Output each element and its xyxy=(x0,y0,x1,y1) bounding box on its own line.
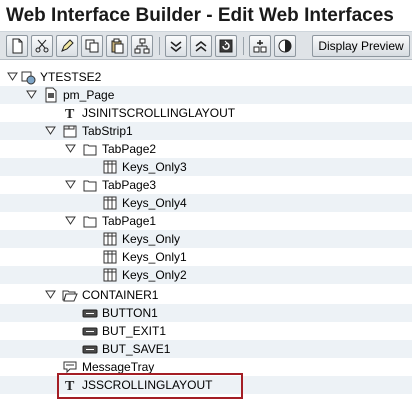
tree-node-label: YTESTSE2 xyxy=(40,70,102,84)
hierarchy-icon xyxy=(134,38,150,54)
table-icon xyxy=(102,195,118,211)
tree-node-label: TabPage3 xyxy=(102,178,157,192)
tabpage-icon xyxy=(82,141,98,157)
tree-node-keys-only2[interactable]: Keys_Only2 xyxy=(0,266,412,284)
tree-node-label: CONTAINER1 xyxy=(82,288,159,302)
tree-node-label: BUT_EXIT1 xyxy=(102,324,167,338)
toolbar-separator xyxy=(159,37,160,55)
tree-node-label: Keys_Only3 xyxy=(122,160,187,174)
hierarchy-button[interactable] xyxy=(131,35,153,57)
open-folder-icon xyxy=(62,287,78,303)
half-circle-icon xyxy=(278,39,292,53)
expand-icon xyxy=(195,41,207,52)
tree-node-button1[interactable]: BUTTON1 xyxy=(0,304,412,322)
tree-node-label: TabStrip1 xyxy=(82,124,133,138)
refresh-icon xyxy=(219,39,233,53)
tree-node-label: JSINITSCROLLINGLAYOUT xyxy=(82,106,236,120)
toolbar-separator xyxy=(243,37,244,55)
scissors-icon xyxy=(35,39,49,53)
toolbar: Display Preview xyxy=(0,32,412,60)
edit-button[interactable] xyxy=(56,35,78,57)
tree-node-tabpage3[interactable]: TabPage3 xyxy=(0,176,412,194)
pencil-icon xyxy=(61,39,74,52)
new-document-button[interactable] xyxy=(6,35,28,57)
button-element-icon xyxy=(82,305,98,321)
collapse-button[interactable] xyxy=(165,35,187,57)
collapse-arrow-icon[interactable] xyxy=(26,90,37,100)
collapse-arrow-icon[interactable] xyxy=(65,180,76,190)
tabpage-icon xyxy=(82,213,98,229)
paste-icon xyxy=(111,38,124,54)
tree-node-keys-only3[interactable]: Keys_Only3 xyxy=(0,158,412,176)
refresh-button[interactable] xyxy=(215,35,237,57)
tree-node-keys-only1[interactable]: Keys_Only1 xyxy=(0,248,412,266)
collapse-icon xyxy=(170,41,182,52)
table-icon xyxy=(102,267,118,283)
table-icon xyxy=(102,231,118,247)
collapse-arrow-icon[interactable] xyxy=(45,290,56,300)
collapse-arrow-icon[interactable] xyxy=(65,216,76,226)
tree-node-label: pm_Page xyxy=(63,88,115,102)
display-preview-button[interactable]: Display Preview xyxy=(312,35,410,57)
tree-node-label: Keys_Only xyxy=(122,232,181,246)
button-element-icon xyxy=(82,341,98,357)
page-icon xyxy=(43,87,59,103)
tree-node-label: Keys_Only2 xyxy=(122,268,187,282)
new-document-icon xyxy=(12,38,23,54)
highlight-annotation xyxy=(57,373,243,399)
svg-text:T: T xyxy=(65,107,75,121)
hierarchy-add-icon xyxy=(253,40,267,53)
tree-node-label: BUTTON1 xyxy=(102,306,158,320)
collapse-arrow-icon[interactable] xyxy=(45,126,56,136)
collapse-arrow-icon[interactable] xyxy=(7,72,18,82)
display-mode-button[interactable] xyxy=(274,35,296,57)
tree-node-label: Keys_Only4 xyxy=(122,196,187,210)
tree-node-tabpage1[interactable]: TabPage1 xyxy=(0,212,412,230)
tree-node-label: BUT_SAVE1 xyxy=(102,342,171,356)
tree-node-keys-only[interactable]: Keys_Only xyxy=(0,230,412,248)
tree-node-tabstrip[interactable]: TabStrip1 xyxy=(0,122,412,140)
window-title: Web Interface Builder - Edit Web Interfa… xyxy=(0,0,412,32)
tabpage-icon xyxy=(82,177,98,193)
hierarchy-add-button[interactable] xyxy=(249,35,271,57)
tree-node-root[interactable]: YTESTSE2 xyxy=(0,68,412,86)
copy-button[interactable] xyxy=(81,35,103,57)
tree-node-label: Keys_Only1 xyxy=(122,250,187,264)
text-item-icon: T xyxy=(62,105,78,121)
element-tree: YTESTSE2 pm_Page T JSINITSCROLLINGLAYOUT… xyxy=(0,64,412,409)
collapse-arrow-icon[interactable] xyxy=(65,144,76,154)
expand-button[interactable] xyxy=(190,35,212,57)
paste-button[interactable] xyxy=(106,35,128,57)
cut-button[interactable] xyxy=(31,35,53,57)
button-element-icon xyxy=(82,323,98,339)
tabstrip-icon xyxy=(62,123,78,139)
tree-node-label: TabPage1 xyxy=(102,214,157,228)
tree-node-label: TabPage2 xyxy=(102,142,157,156)
tree-node-tabpage2[interactable]: TabPage2 xyxy=(0,140,412,158)
tree-node-but-save1[interactable]: BUT_SAVE1 xyxy=(0,340,412,358)
table-icon xyxy=(102,249,118,265)
table-icon xyxy=(102,159,118,175)
tree-node-but-exit1[interactable]: BUT_EXIT1 xyxy=(0,322,412,340)
tree-node-keys-only4[interactable]: Keys_Only4 xyxy=(0,194,412,212)
tree-node-jsinit[interactable]: T JSINITSCROLLINGLAYOUT xyxy=(0,104,412,122)
web-interface-icon xyxy=(21,69,37,85)
tree-node-container1[interactable]: CONTAINER1 xyxy=(0,286,412,304)
tree-node-page[interactable]: pm_Page xyxy=(0,86,412,104)
copy-icon xyxy=(85,39,99,53)
